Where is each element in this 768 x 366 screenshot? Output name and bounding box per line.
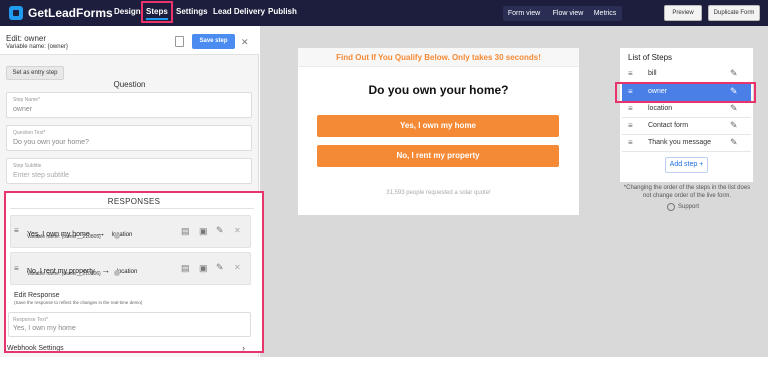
nav-lead-delivery[interactable]: Lead Delivery: [213, 7, 265, 16]
drag-handle-icon[interactable]: ≡: [628, 121, 633, 130]
step-subtitle-placeholder: Enter step subtitle: [13, 172, 70, 179]
step-item-label: location: [648, 105, 673, 112]
logo-icon: [9, 6, 23, 20]
preview-button[interactable]: Preview: [664, 5, 702, 21]
close-icon[interactable]: ✕: [241, 37, 249, 47]
editor-title: Edit: owner: [6, 34, 47, 43]
nav-publish[interactable]: Publish: [268, 7, 297, 16]
step-item-location[interactable]: ≡ location ✎: [622, 101, 751, 118]
drag-handle-icon[interactable]: ≡: [628, 138, 633, 147]
edit-icon[interactable]: ✎: [730, 68, 738, 79]
selected-step-highlight: [615, 82, 756, 103]
support-icon[interactable]: [667, 203, 675, 211]
step-name-label: Step Name*: [13, 97, 40, 103]
step-item-contact-form[interactable]: ≡ Contact form ✎: [622, 118, 751, 135]
form-view-button[interactable]: Form view: [505, 6, 543, 21]
step-item-label: Contact form: [648, 122, 689, 129]
duplicate-form-button[interactable]: Duplicate Form: [708, 5, 760, 21]
edit-icon[interactable]: ✎: [730, 103, 738, 114]
responses-highlight-box: [4, 191, 264, 353]
metrics-button[interactable]: Metrics: [590, 6, 620, 21]
step-subtitle-label: Step Subtitle: [13, 163, 42, 169]
question-section-title: Question: [113, 80, 146, 89]
edit-icon[interactable]: ✎: [730, 120, 738, 131]
edit-icon[interactable]: ✎: [730, 137, 738, 148]
step-name-value: owner: [13, 106, 33, 113]
step-item-bill[interactable]: ≡ bill ✎: [622, 66, 751, 83]
question-text-field[interactable]: Question Text* Do you own your home?: [6, 125, 252, 151]
variable-name: Variable name: {owner}: [6, 44, 68, 50]
support-link[interactable]: Support: [678, 204, 699, 210]
drag-handle-icon[interactable]: ≡: [628, 104, 633, 113]
nav-design[interactable]: Design: [114, 7, 141, 16]
bottom-strip: [0, 357, 768, 366]
step-name-field[interactable]: Step Name* owner: [6, 92, 252, 118]
social-proof-text: 31,593 people requested a solar quote!: [386, 190, 491, 196]
set-entry-step-button[interactable]: Set as entry step: [6, 66, 64, 80]
step-item-thank-you[interactable]: ≡ Thank you message ✎: [622, 135, 751, 152]
steps-order-note: *Changing the order of the steps in the …: [623, 185, 751, 199]
steps-active-indicator: [146, 18, 168, 20]
add-step-button[interactable]: Add step +: [665, 157, 708, 173]
question-text-label: Question Text*: [13, 130, 46, 136]
question-text-value: Do you own your home?: [13, 139, 89, 146]
drag-handle-icon[interactable]: ≡: [628, 69, 633, 78]
document-icon[interactable]: [175, 36, 184, 47]
steps-list-title: List of Steps: [628, 53, 673, 62]
preview-banner-text: Find Out If You Qualify Below. Only take…: [336, 53, 541, 62]
step-item-label: Thank you message: [648, 139, 712, 146]
app-logo-text: GetLeadForms: [28, 6, 113, 20]
preview-answer-no[interactable]: No, I rent my property: [317, 145, 559, 167]
step-subtitle-field[interactable]: Step Subtitle Enter step subtitle: [6, 158, 252, 184]
flow-view-button[interactable]: Flow view: [549, 6, 587, 21]
nav-settings[interactable]: Settings: [176, 7, 208, 16]
step-item-label: bill: [648, 70, 657, 77]
preview-answer-yes[interactable]: Yes, I own my home: [317, 115, 559, 137]
preview-question: Do you own your home?: [368, 83, 509, 97]
save-step-button[interactable]: Save step: [192, 34, 235, 49]
